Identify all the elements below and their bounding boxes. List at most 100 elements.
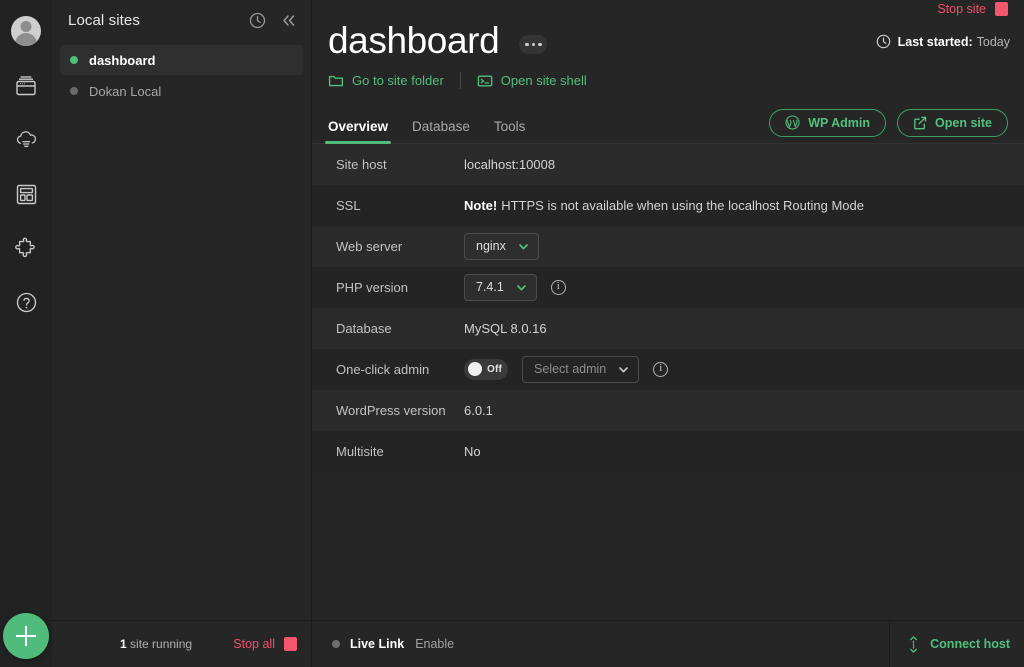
tabs-underline: [312, 142, 1024, 144]
dot: [525, 42, 529, 47]
stop-all-label: Stop all: [233, 637, 275, 651]
stop-square-icon: [995, 2, 1008, 16]
live-link-enable-button[interactable]: Enable: [415, 637, 454, 651]
open-site-button[interactable]: Open site: [897, 108, 1008, 137]
help-icon[interactable]: [8, 284, 44, 320]
running-count: 1: [120, 637, 127, 651]
sidebar-item-dokan-local[interactable]: Dokan Local: [60, 76, 303, 106]
sites-running-status: 1 site running: [120, 637, 233, 651]
row-value: Off Select admin i: [464, 355, 1008, 383]
site-header: Stop site dashboard Last started: Today …: [312, 0, 1024, 144]
chevron-down-icon: [515, 281, 528, 294]
table-row: Database MySQL 8.0.16: [312, 307, 1024, 349]
blueprints-icon[interactable]: [8, 176, 44, 212]
table-row: PHP version 7.4.1 i: [312, 266, 1024, 308]
toggle-state-label: Off: [487, 363, 503, 375]
local-sites-header: Local sites: [52, 0, 311, 41]
terminal-icon: [477, 73, 493, 89]
row-label: WordPress version: [336, 402, 446, 418]
row-label: Site host: [336, 156, 387, 172]
double-chevron-left-icon[interactable]: [280, 12, 297, 29]
tabs: Overview Database Tools: [324, 110, 549, 144]
row-label: SSL: [336, 197, 361, 213]
table-row: SSL Note! HTTPS is not available when us…: [312, 184, 1024, 226]
last-started-value: Today: [976, 34, 1010, 49]
stop-site-row: Stop site: [328, 0, 1008, 18]
one-click-admin-toggle[interactable]: Off: [464, 358, 508, 380]
row-label: Database: [336, 320, 392, 336]
add-site-button[interactable]: [3, 613, 49, 659]
row-value: localhost:10008: [464, 156, 556, 172]
site-status-dot: [70, 56, 78, 64]
cloud-backup-icon[interactable]: [8, 122, 44, 158]
row-value: Note! HTTPS is not available when using …: [464, 198, 1008, 213]
live-link-control[interactable]: Live Link Enable: [332, 637, 454, 651]
info-icon[interactable]: i: [653, 361, 669, 377]
local-app-window: Local sites dashboard Dokan Local 1 site…: [0, 0, 1024, 667]
running-label: site running: [130, 637, 193, 651]
site-more-menu-button[interactable]: [519, 34, 548, 54]
select-value: Select admin: [534, 362, 607, 377]
overview-rows: Site host localhost:10008 SSL Note! HTTP…: [312, 143, 1024, 620]
row-label: Multisite: [336, 443, 384, 459]
add-ons-icon[interactable]: [8, 230, 44, 266]
last-started-status: Last started: Today: [876, 34, 1010, 49]
divider: [889, 620, 891, 667]
table-row: Multisite No: [312, 430, 1024, 472]
sites-list: dashboard Dokan Local: [52, 41, 311, 620]
clock-icon[interactable]: [249, 12, 266, 29]
connect-host-label: Connect host: [930, 637, 1010, 651]
wordpress-icon: [785, 115, 800, 130]
avatar[interactable]: [11, 16, 41, 46]
ssl-note-prefix: Note!: [464, 197, 498, 213]
open-site-shell-link[interactable]: Open site shell: [477, 73, 587, 89]
row-value: 7.4.1 i: [464, 273, 1008, 301]
site-title: dashboard: [328, 20, 500, 61]
row-label: PHP version: [336, 279, 409, 295]
tab-database[interactable]: Database: [412, 119, 470, 143]
icon-rail: [0, 0, 52, 667]
link-label: Open site shell: [500, 73, 587, 89]
live-link-label: Live Link: [350, 637, 405, 651]
stop-site-button[interactable]: Stop site: [937, 2, 1008, 16]
button-label: WP Admin: [808, 115, 871, 130]
connect-host-button[interactable]: Connect host: [906, 635, 1010, 653]
status-bar: Live Link Enable Connect host: [312, 620, 1024, 667]
external-link-icon: [913, 116, 927, 130]
ssl-note-text: HTTPS is not available when using the lo…: [501, 197, 864, 213]
link-label: Go to site folder: [352, 73, 444, 89]
table-row: WordPress version 6.0.1: [312, 389, 1024, 431]
site-quick-links: Go to site folder Open site shell: [328, 70, 1008, 92]
connect-icon: [906, 635, 921, 653]
row-value: 6.0.1: [464, 402, 493, 418]
tab-tools[interactable]: Tools: [494, 119, 526, 143]
tab-actions: WP Admin Open site: [769, 108, 1008, 143]
table-row: Web server nginx: [312, 225, 1024, 267]
wp-admin-button[interactable]: WP Admin: [769, 108, 887, 137]
info-icon[interactable]: i: [550, 279, 566, 295]
dot: [538, 42, 542, 47]
toggle-knob: [468, 362, 482, 377]
table-row: One-click admin Off Select admin i: [312, 348, 1024, 390]
local-sites-panel: Local sites dashboard Dokan Local 1 site…: [52, 0, 312, 667]
sidebar-item-dashboard[interactable]: dashboard: [60, 45, 303, 75]
divider: [459, 72, 461, 90]
row-label: One-click admin: [336, 361, 430, 377]
select-value: nginx: [476, 239, 506, 254]
row-value: No: [464, 443, 481, 459]
row-label: Web server: [336, 238, 403, 254]
chevron-down-icon: [617, 363, 630, 376]
tab-overview[interactable]: Overview: [324, 119, 392, 144]
chevron-down-icon: [517, 240, 530, 253]
stop-all-button[interactable]: Stop all: [233, 637, 297, 651]
button-label: Open site: [935, 115, 992, 130]
sidebar-item-label: dashboard: [89, 52, 156, 68]
go-to-site-folder-link[interactable]: Go to site folder: [328, 73, 444, 89]
table-row: Site host localhost:10008: [312, 143, 1024, 185]
select-admin-dropdown[interactable]: Select admin: [522, 355, 640, 383]
web-server-select[interactable]: nginx: [464, 232, 539, 260]
page-title: Local sites: [68, 12, 140, 29]
php-version-select[interactable]: 7.4.1: [464, 273, 537, 301]
sites-footer: 1 site running Stop all: [52, 620, 311, 667]
sites-icon[interactable]: [8, 68, 44, 104]
